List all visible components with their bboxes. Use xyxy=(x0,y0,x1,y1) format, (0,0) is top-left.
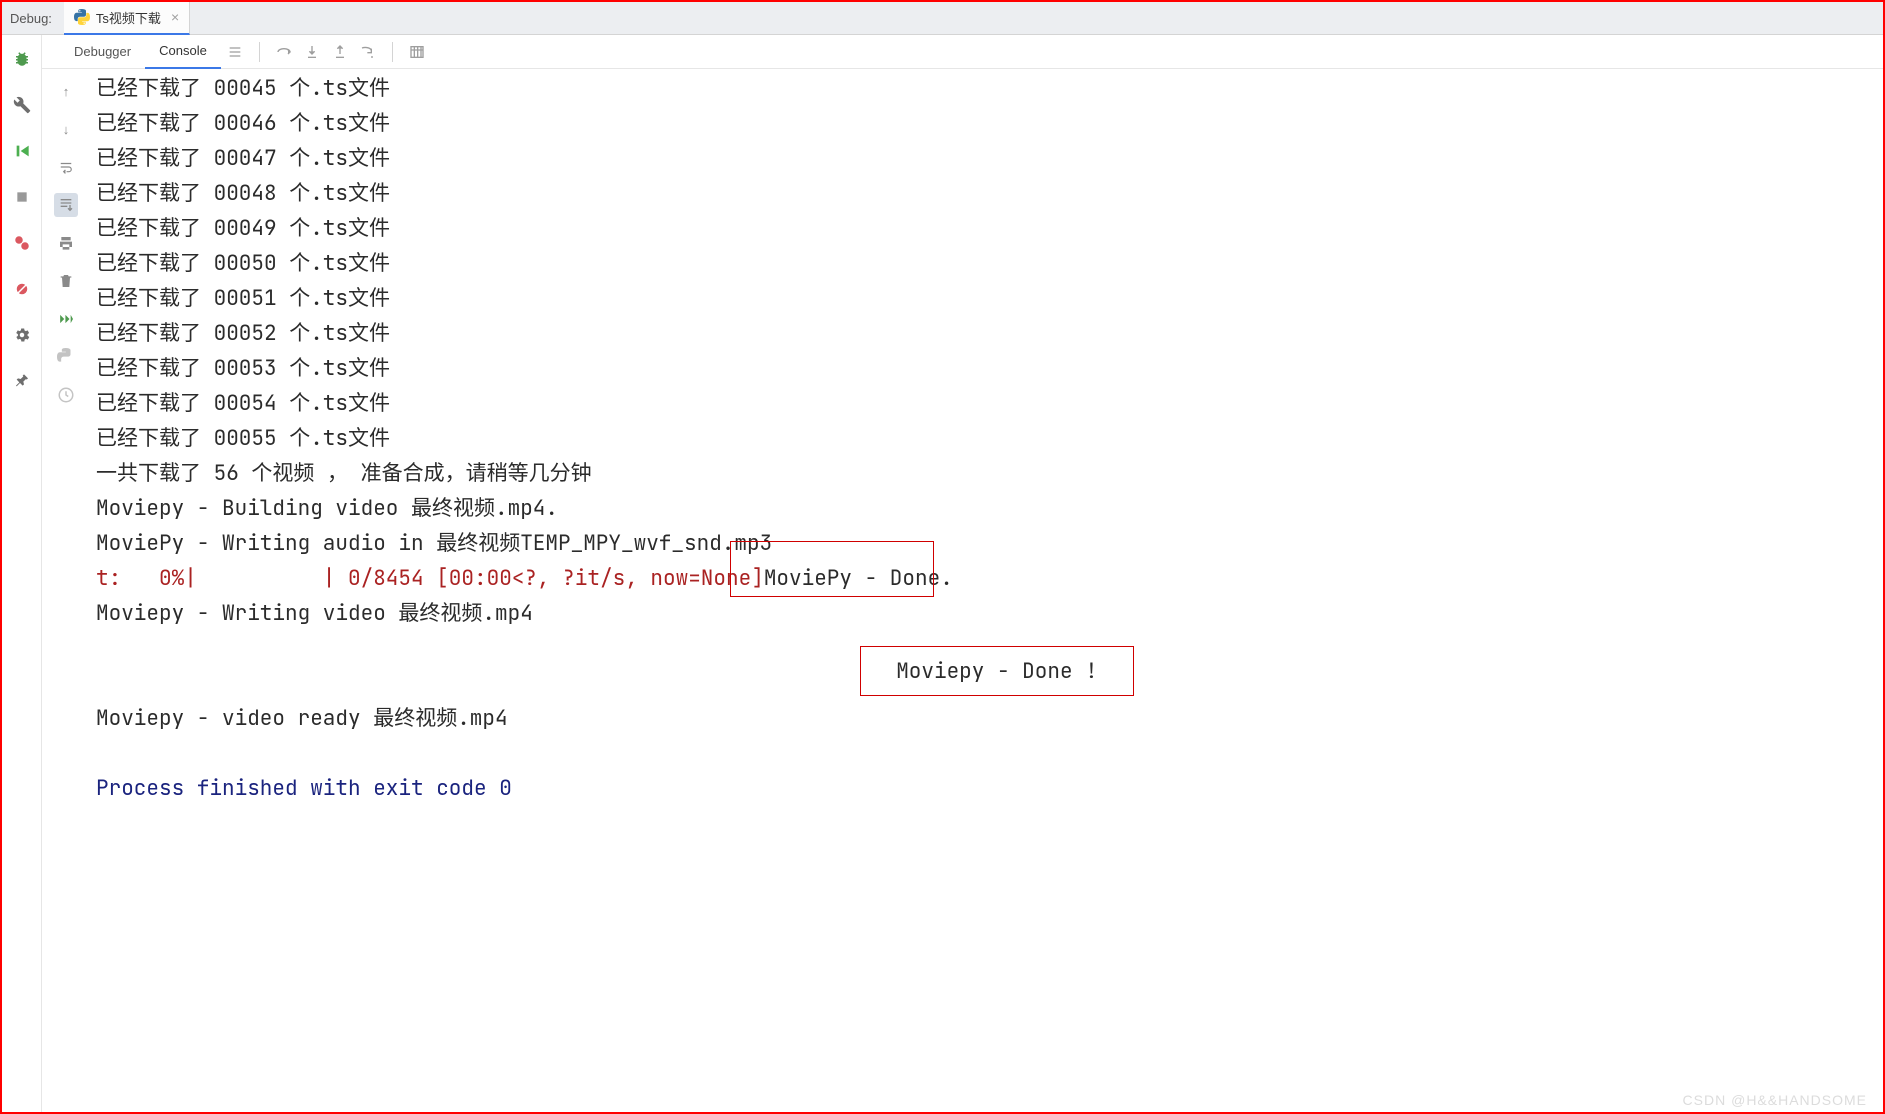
fast-forward-icon[interactable] xyxy=(54,307,78,331)
console-line: 已经下载了 00051 个.ts文件 xyxy=(96,281,1883,316)
debug-label: Debug: xyxy=(2,11,64,26)
resume-icon[interactable] xyxy=(12,141,32,161)
settings-icon[interactable] xyxy=(12,325,32,345)
evaluate-icon[interactable] xyxy=(403,38,431,66)
python-console-icon[interactable] xyxy=(54,345,78,369)
console-line: 已经下载了 00054 个.ts文件 xyxy=(96,386,1883,421)
console-line: 已经下载了 00048 个.ts文件 xyxy=(96,176,1883,211)
console-line: Moviepy - Building video 最终视频.mp4. xyxy=(96,491,1883,526)
overlay-text: Moviepy - Done ! xyxy=(896,654,1098,689)
step-out-icon[interactable] xyxy=(326,38,354,66)
console-line: t: 0%| | 0/8454 [00:00<?, ?it/s, now=Non… xyxy=(96,561,1883,596)
pin-icon[interactable] xyxy=(12,371,32,391)
console-line: 已经下载了 00047 个.ts文件 xyxy=(96,141,1883,176)
step-over-icon[interactable] xyxy=(270,38,298,66)
highlight-box-2: Moviepy - Done ! xyxy=(860,646,1134,696)
console-line: 已经下载了 00055 个.ts文件 xyxy=(96,421,1883,456)
wrench-icon[interactable] xyxy=(12,95,32,115)
threads-icon[interactable] xyxy=(221,38,249,66)
console-line: 已经下载了 00045 个.ts文件 xyxy=(96,71,1883,106)
trash-icon[interactable] xyxy=(54,269,78,293)
console-line: 已经下载了 00049 个.ts文件 xyxy=(96,211,1883,246)
debug-tab-title: Ts视频下载 xyxy=(96,8,161,27)
console-line: 已经下载了 00053 个.ts文件 xyxy=(96,351,1883,386)
down-arrow-icon[interactable]: ↓ xyxy=(54,117,78,141)
watermark: CSDN @H&&HANDSOME xyxy=(1683,1092,1867,1108)
console-line xyxy=(96,736,1883,771)
mute-breakpoints-icon[interactable] xyxy=(12,279,32,299)
console-output: 已经下载了 00045 个.ts文件已经下载了 00046 个.ts文件已经下载… xyxy=(90,69,1883,1112)
step-into-icon[interactable] xyxy=(298,38,326,66)
console-line: 已经下载了 00052 个.ts文件 xyxy=(96,316,1883,351)
soft-wrap-icon[interactable] xyxy=(54,155,78,179)
breakpoints-icon[interactable] xyxy=(12,233,32,253)
console-line: 一共下载了 56 个视频 ， 准备合成，请稍等几分钟 xyxy=(96,456,1883,491)
bug-icon[interactable] xyxy=(12,49,32,69)
console-line: Moviepy - Writing video 最终视频.mp4 xyxy=(96,596,1883,631)
close-icon[interactable]: × xyxy=(171,9,179,25)
console-line: 已经下载了 00046 个.ts文件 xyxy=(96,106,1883,141)
tab-debugger[interactable]: Debugger xyxy=(60,35,145,69)
tab-console[interactable]: Console xyxy=(145,35,221,69)
debug-tab-tsvideo[interactable]: Ts视频下载 × xyxy=(64,2,190,35)
left-tool-rail xyxy=(2,35,42,1112)
stop-icon[interactable] xyxy=(12,187,32,207)
console-rail: ↑ ↓ xyxy=(42,69,90,1112)
scroll-to-end-icon[interactable] xyxy=(54,193,78,217)
up-arrow-icon[interactable]: ↑ xyxy=(54,79,78,103)
run-to-cursor-icon[interactable] xyxy=(354,38,382,66)
console-line: Moviepy - video ready 最终视频.mp4 xyxy=(96,701,1883,736)
python-icon xyxy=(74,9,90,25)
console-line: Process finished with exit code 0 xyxy=(96,771,1883,806)
console-line: MoviePy - Writing audio in 最终视频TEMP_MPY_… xyxy=(96,526,1883,561)
history-icon[interactable] xyxy=(54,383,78,407)
debug-sub-toolbar: Debugger Console xyxy=(42,35,1883,69)
console-line: 已经下载了 00050 个.ts文件 xyxy=(96,246,1883,281)
separator xyxy=(392,42,393,62)
separator xyxy=(259,42,260,62)
debug-header: Debug: Ts视频下载 × xyxy=(2,2,1883,35)
print-icon[interactable] xyxy=(54,231,78,255)
